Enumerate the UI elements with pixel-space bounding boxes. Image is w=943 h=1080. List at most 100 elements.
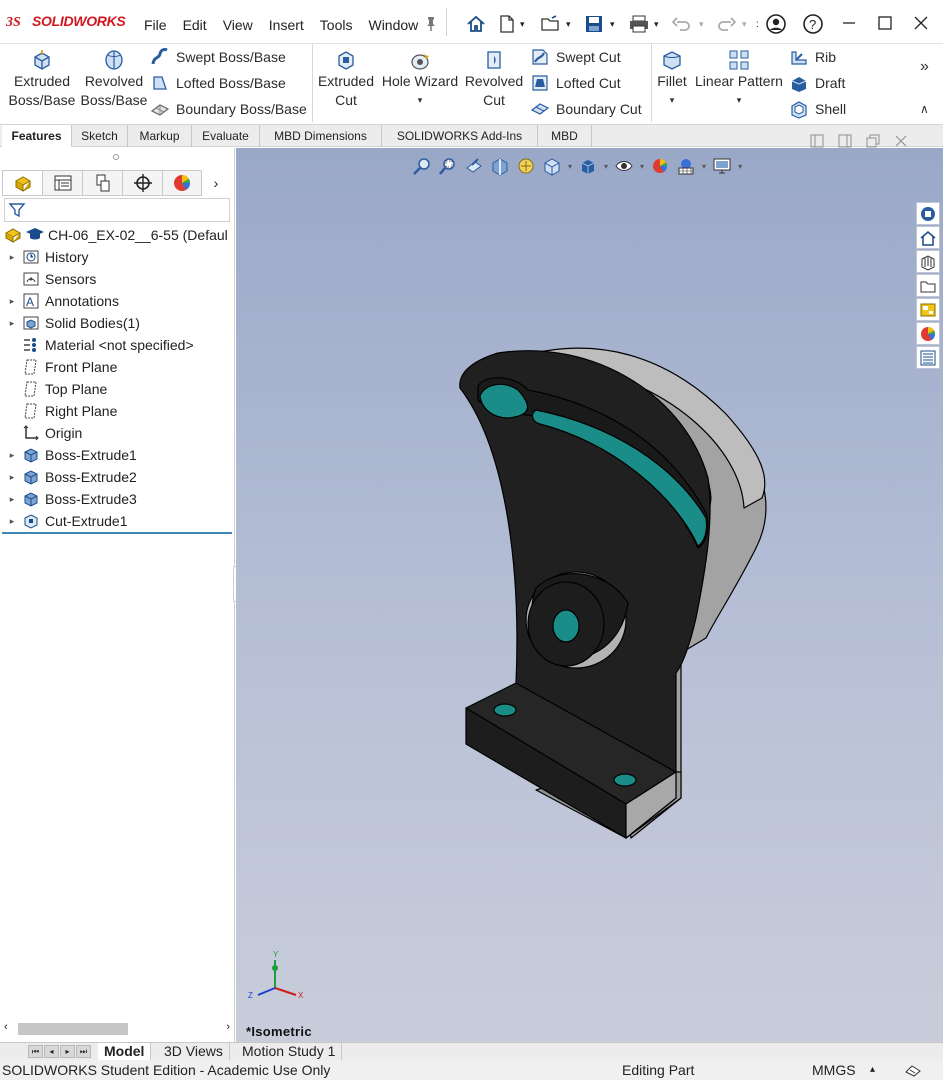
- tab-motion-study-1[interactable]: Motion Study 1: [236, 1043, 343, 1060]
- user-account-icon[interactable]: [765, 12, 787, 36]
- dimxpert-manager-tab[interactable]: [122, 170, 162, 196]
- open-folder-icon[interactable]: [540, 12, 562, 36]
- tab-3d-views[interactable]: 3D Views: [158, 1043, 230, 1060]
- expand-arrow-icon[interactable]: ▸: [6, 494, 18, 505]
- draft-button[interactable]: Draft: [789, 73, 845, 93]
- part-model-3d[interactable]: [236, 148, 943, 1042]
- fillet-button[interactable]: Fillet ▾: [654, 48, 690, 110]
- chevron-down-icon[interactable]: ▾: [520, 12, 525, 36]
- menu-window[interactable]: Window: [360, 17, 426, 33]
- tree-item-boss-extrude2[interactable]: ▸ Boss-Extrude2: [0, 466, 137, 488]
- extruded-cut-button[interactable]: Extruded Cut: [314, 48, 378, 110]
- tree-item-front-plane[interactable]: Front Plane: [0, 356, 117, 378]
- tree-item-material-not-specified[interactable]: Material <not specified>: [0, 334, 194, 356]
- close-icon[interactable]: [906, 10, 936, 36]
- viewport-close-icon[interactable]: [894, 134, 908, 148]
- tab-model[interactable]: Model: [98, 1043, 152, 1060]
- print-icon[interactable]: [628, 12, 650, 36]
- chevron-down-icon[interactable]: ▾: [742, 12, 747, 36]
- redo-icon[interactable]: [716, 12, 736, 36]
- menu-view[interactable]: View: [215, 17, 261, 33]
- scroll-right-icon[interactable]: ›: [226, 1021, 230, 1033]
- tree-item-origin[interactable]: Origin: [0, 422, 82, 444]
- expand-arrow-icon[interactable]: ▸: [6, 516, 18, 527]
- revolved-cut-button[interactable]: Revolved Cut: [462, 48, 526, 110]
- prev-tab-icon[interactable]: ◂: [44, 1045, 59, 1058]
- maximize-icon[interactable]: [870, 10, 900, 36]
- tab-features[interactable]: Features: [2, 125, 72, 147]
- tab-mbd-dimensions[interactable]: MBD Dimensions: [260, 125, 382, 147]
- chevron-down-icon[interactable]: ▾: [699, 12, 704, 36]
- menu-insert[interactable]: Insert: [261, 17, 312, 33]
- scroll-left-icon[interactable]: ‹: [4, 1021, 8, 1033]
- menu-file[interactable]: File: [136, 17, 175, 33]
- ribbon-collapse-icon[interactable]: ∧: [920, 102, 929, 116]
- tab-markup[interactable]: Markup: [128, 125, 192, 147]
- boundary-boss-button[interactable]: Boundary Boss/Base: [150, 99, 307, 119]
- linear-pattern-button[interactable]: Linear Pattern ▾: [694, 48, 784, 110]
- tab-sketch[interactable]: Sketch: [72, 125, 128, 147]
- help-icon[interactable]: ?: [802, 12, 824, 36]
- hole-wizard-button[interactable]: Hole Wizard ▾: [380, 48, 460, 110]
- chevron-down-icon[interactable]: ▾: [610, 12, 615, 36]
- rib-button[interactable]: Rib: [789, 47, 836, 67]
- graphics-area[interactable]: ▾ ▾ ▾ ▾ ▾ Y X Z *Isometric: [236, 134, 943, 1042]
- chevron-right-icon[interactable]: ›: [202, 170, 230, 196]
- tab-solidworks-addins[interactable]: SOLIDWORKS Add-Ins: [382, 125, 538, 147]
- display-manager-tab[interactable]: [162, 170, 202, 196]
- ribbon-expand-icon[interactable]: »: [920, 58, 929, 76]
- unit-system-arrow-icon[interactable]: ▴: [870, 1060, 875, 1080]
- tab-evaluate[interactable]: Evaluate: [192, 125, 260, 147]
- unit-system[interactable]: MMGS: [812, 1060, 856, 1080]
- revolved-boss-button[interactable]: Revolved Boss/Base: [80, 48, 148, 110]
- viewport-maximize-icon[interactable]: [866, 134, 880, 148]
- tree-item-solid-bodies-1[interactable]: ▸ Solid Bodies(1): [0, 312, 140, 334]
- new-document-icon[interactable]: [497, 12, 517, 36]
- feature-filter-input[interactable]: [4, 198, 230, 222]
- last-tab-icon[interactable]: ⏭: [76, 1045, 91, 1058]
- tree-item-annotations[interactable]: ▸ A Annotations: [0, 290, 119, 312]
- save-icon[interactable]: [584, 12, 604, 36]
- lofted-boss-button[interactable]: Lofted Boss/Base: [150, 73, 286, 93]
- lofted-cut-button[interactable]: Lofted Cut: [530, 73, 621, 93]
- expand-arrow-icon[interactable]: ▸: [6, 318, 18, 329]
- boundary-cut-button[interactable]: Boundary Cut: [530, 99, 642, 119]
- swept-cut-button[interactable]: Swept Cut: [530, 47, 621, 67]
- next-tab-icon[interactable]: ▸: [60, 1045, 75, 1058]
- tree-item-history[interactable]: ▸ History: [0, 246, 89, 268]
- viewport-restore-left-icon[interactable]: [810, 134, 824, 148]
- tree-item-right-plane[interactable]: Right Plane: [0, 400, 117, 422]
- viewport-restore-right-icon[interactable]: [838, 134, 852, 148]
- chevron-down-icon[interactable]: ▾: [654, 12, 659, 36]
- home-icon[interactable]: [466, 12, 486, 36]
- chevron-down-icon[interactable]: ▾: [670, 91, 675, 110]
- property-manager-tab[interactable]: [42, 170, 82, 196]
- horizontal-scrollbar[interactable]: ‹ ›: [4, 1020, 230, 1036]
- chevron-down-icon[interactable]: ▾: [418, 91, 423, 110]
- tree-item-cut-extrude1[interactable]: ▸ Cut-Extrude1: [0, 510, 128, 532]
- solidworks-logo[interactable]: 3S SOLIDWORKS: [6, 13, 126, 29]
- panel-grip-icon[interactable]: [113, 154, 119, 160]
- tab-mbd[interactable]: MBD: [538, 125, 592, 147]
- expand-arrow-icon[interactable]: ▸: [6, 296, 18, 307]
- menu-edit[interactable]: Edit: [175, 17, 215, 33]
- expand-arrow-icon[interactable]: ▸: [6, 252, 18, 263]
- tree-item-sensors[interactable]: Sensors: [0, 268, 96, 290]
- tree-item-boss-extrude3[interactable]: ▸ Boss-Extrude3: [0, 488, 137, 510]
- chevron-down-icon[interactable]: ▾: [737, 91, 742, 110]
- tree-item-boss-extrude1[interactable]: ▸ Boss-Extrude1: [0, 444, 137, 466]
- menu-tools[interactable]: Tools: [312, 17, 361, 33]
- more-icon[interactable]: :: [756, 12, 759, 36]
- feature-manager-tab[interactable]: [2, 170, 42, 196]
- scrollbar-thumb[interactable]: [18, 1023, 128, 1035]
- minimize-icon[interactable]: [834, 10, 864, 36]
- expand-arrow-icon[interactable]: ▸: [6, 472, 18, 483]
- pin-icon[interactable]: [424, 12, 438, 36]
- undo-icon[interactable]: [672, 12, 692, 36]
- rollback-bar[interactable]: [2, 532, 232, 534]
- first-tab-icon[interactable]: ⏮: [28, 1045, 43, 1058]
- chevron-down-icon[interactable]: ▾: [566, 12, 571, 36]
- configuration-manager-tab[interactable]: [82, 170, 122, 196]
- tree-item-top-plane[interactable]: Top Plane: [0, 378, 107, 400]
- extruded-boss-button[interactable]: Extruded Boss/Base: [8, 48, 76, 110]
